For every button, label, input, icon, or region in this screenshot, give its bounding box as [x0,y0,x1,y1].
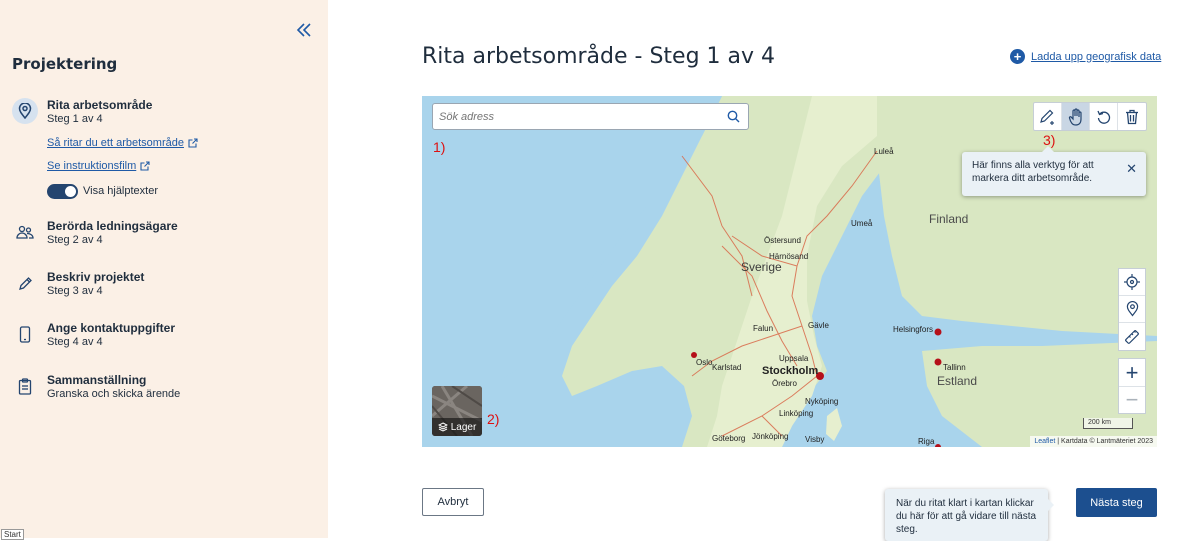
step-sub: Steg 1 av 4 [47,113,103,125]
map-city-label: Tallinn [943,363,966,372]
map-controls [1118,268,1146,351]
step-title: Ange kontaktuppgifter [47,321,175,335]
plus-circle-icon: + [1010,49,1025,64]
annotation-1: 1) [433,139,446,155]
location-pin-icon [1126,301,1138,317]
next-step-tooltip: När du ritat klart i kartan klickar du h… [885,489,1054,541]
step-title: Berörda ledningsägare [47,219,178,233]
marker-button[interactable] [1119,296,1145,323]
crosshair-icon [1124,274,1140,290]
layers-button[interactable]: Lager [432,386,482,436]
map-city-label: Riga [918,437,935,446]
search-input[interactable] [433,104,713,129]
map-city-label: Luleå [874,147,894,156]
sidebar-title: Projektering [12,55,118,73]
measure-button[interactable] [1119,323,1145,350]
location-pin-icon [12,98,38,124]
map-label-finland: Finland [929,212,969,226]
clipboard-icon [12,373,38,399]
help-texts-toggle-row: Visa hjälptexter [47,183,158,199]
undo-icon [1096,110,1110,124]
instruction-video-link-label: Se instruktionsfilm [47,160,137,172]
draw-tool[interactable] [1034,103,1062,130]
draw-toolbar [1033,102,1147,131]
tools-help-tooltip: Här finns alla verktyg för att markera d… [962,146,1146,196]
zoom-out-button[interactable]: − [1119,386,1145,413]
upload-geo-data-link[interactable]: + Ladda upp geografisk data [1010,49,1161,64]
layers-label-bar: Lager [432,418,482,436]
attribution-text: | Kartdata © Lantmäteriet 2023 [1055,438,1153,445]
layers-label: Lager [450,421,477,433]
pan-tool[interactable] [1062,103,1090,130]
instruction-video-link[interactable]: Se instruktionsfilm [47,160,150,172]
external-link-icon [140,161,150,171]
collapse-sidebar-icon[interactable] [296,22,314,40]
map-label-sweden: Sverige [741,260,782,274]
map-city-label: Östersund [764,236,801,245]
step-title: Rita arbetsområde [47,98,153,112]
tools-help-text: Här finns alla verktyg för att markera d… [972,160,1094,184]
map[interactable]: Sverige Finland Estland Luleå Umeå Öster… [422,96,1157,447]
close-icon[interactable]: ✕ [1126,162,1137,175]
map-city-label: Göteborg [712,434,746,443]
cancel-button[interactable]: Avbryt [422,488,484,516]
start-tag: Start [1,529,24,540]
map-city-label: Karlstad [712,363,742,372]
address-search [432,103,749,130]
annotation-2: 2) [487,411,500,427]
leaflet-link[interactable]: Leaflet [1034,438,1055,445]
pencil-icon [12,270,38,296]
step-sub: Steg 4 av 4 [47,336,103,348]
zoom-in-button[interactable]: + [1119,359,1145,386]
map-city-label: Gävle [808,321,829,330]
next-step-button[interactable]: Nästa steg [1076,488,1157,517]
phone-icon [12,321,38,347]
trash-icon [1126,109,1138,124]
help-texts-toggle[interactable] [47,183,78,199]
map-city-label: Linköping [779,409,814,418]
map-city-label: Helsingfors [893,325,934,334]
next-step-tooltip-text: När du ritat klart i kartan klickar du h… [896,498,1037,535]
step-title: Beskriv projektet [47,270,145,284]
step-title: Sammanställning [47,373,147,387]
external-link-icon [188,138,198,148]
page-title: Rita arbetsområde - Steg 1 av 4 [422,44,776,69]
map-city-label: Umeå [851,219,873,228]
help-texts-toggle-label: Visa hjälptexter [83,185,159,197]
sidebar: Projektering Rita arbetsområde Steg 1 av… [0,0,328,540]
map-attribution: Leaflet | Kartdata © Lantmäteriet 2023 [1030,436,1157,447]
step-sub: Steg 2 av 4 [47,234,103,246]
map-city-label: Stockholm [762,365,819,377]
map-city-label: Jönköping [752,432,789,441]
map-city-label: Härnösand [769,252,809,261]
search-icon[interactable] [727,110,740,128]
map-city-label: Falun [753,324,774,333]
scale-bar: 200 km [1083,418,1133,429]
ruler-icon [1125,329,1139,344]
delete-tool[interactable] [1118,103,1146,130]
people-icon [12,219,38,245]
map-city-label: Örebro [772,379,797,388]
undo-tool[interactable] [1090,103,1118,130]
step-sub: Steg 3 av 4 [47,285,103,297]
how-to-draw-link[interactable]: Så ritar du ett arbetsområde [47,137,198,149]
zoom-controls: + − [1118,358,1146,414]
hand-icon [1068,107,1082,126]
map-city-label: Uppsala [779,354,809,363]
upload-geo-data-label: Ladda upp geografisk data [1031,50,1162,63]
map-city-label: Visby [805,435,825,444]
map-city-label: Oslo [696,358,713,367]
step-sub: Granska och skicka ärende [47,388,181,400]
layers-icon [437,422,448,432]
toggle-knob [65,185,76,197]
how-to-draw-link-label: Så ritar du ett arbetsområde [47,137,184,149]
map-label-estonia: Estland [937,374,978,388]
pencil-plus-icon [1039,109,1054,125]
map-city-label: Nyköping [805,397,839,406]
locate-me-button[interactable] [1119,269,1145,296]
